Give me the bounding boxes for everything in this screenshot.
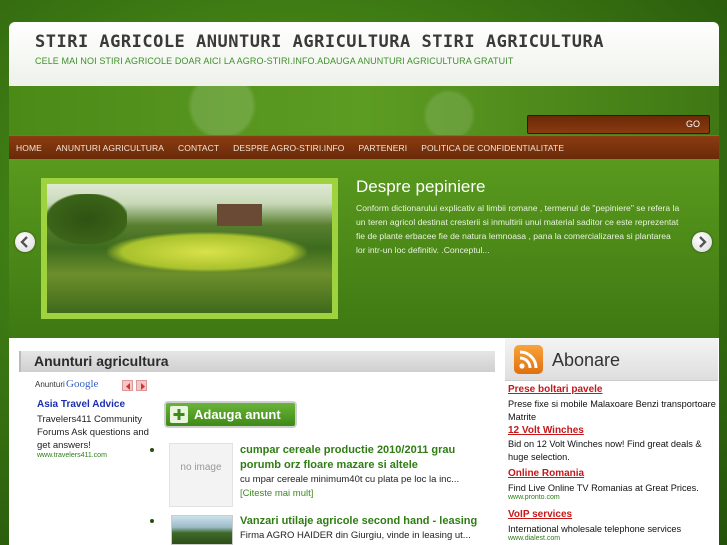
featured-image-frame[interactable] (41, 178, 338, 319)
nav-item-parteneri[interactable]: PARTENERI (351, 136, 414, 160)
site-header: STIRI AGRICOLE ANUNTURI AGRICULTURA STIR… (9, 22, 719, 86)
sidebar-ad-url[interactable]: www.dialest.com (508, 535, 560, 542)
subscribe-title: Abonare (552, 350, 621, 370)
featured-title[interactable]: Despre pepiniere (356, 177, 485, 197)
sidebar-ad-title[interactable]: Online Romania (508, 468, 584, 479)
sidebar-ad-desc: Prese fixe si mobile Malaxoare Benzi tra… (508, 399, 716, 422)
section-title: Anunturi agricultura (19, 351, 495, 372)
read-more-link[interactable]: [Citeste mai mult] (240, 488, 313, 499)
ads-prev-icon[interactable] (122, 380, 133, 391)
search-go-button[interactable]: GO (680, 117, 706, 132)
sidebar-ad-title[interactable]: 12 Volt Winches (508, 425, 584, 436)
post-thumbnail[interactable]: no image (169, 443, 233, 507)
featured-text: Conform dictionarului explicativ al limb… (356, 203, 680, 255)
ad-url[interactable]: www.travelers411.com (37, 452, 107, 459)
site-title[interactable]: STIRI AGRICOLE ANUNTURI AGRICULTURA STIR… (35, 32, 604, 52)
nav-item-politica[interactable]: POLITICA DE CONFIDENTIALITATE (414, 136, 571, 160)
nav-item-home[interactable]: HOME (9, 136, 49, 160)
post-title[interactable]: cumpar cereale productie 2010/2011 grau … (240, 443, 495, 473)
sidebar-ad-desc: Find Live Online TV Romanias at Great Pr… (508, 483, 699, 493)
ad-title[interactable]: Asia Travel Advice (37, 399, 125, 410)
site-tagline: CELE MAI NOI STIRI AGRICOLE DOAR AICI LA… (35, 56, 514, 66)
slider-prev-arrow-icon[interactable] (15, 232, 35, 252)
plus-icon (170, 406, 188, 423)
sidebar-ad-desc: Bid on 12 Volt Winches now! Find great d… (508, 439, 702, 462)
add-listing-label: Adauga anunt (194, 407, 281, 422)
featured-image[interactable] (47, 184, 332, 313)
post-thumbnail[interactable] (171, 515, 233, 545)
ads-next-icon[interactable] (136, 380, 147, 391)
sidebar-ad-title[interactable]: Prese boltari pavele (508, 384, 603, 395)
post-excerpt: Firma AGRO HAIDER din Giurgiu, vinde in … (240, 530, 471, 541)
main-nav: HOME ANUNTURI AGRICULTURA CONTACT DESPRE… (9, 135, 719, 159)
rss-icon[interactable] (514, 345, 543, 374)
ads-label: Anunturi (35, 380, 65, 389)
nav-item-despre[interactable]: DESPRE AGRO-STIRI.INFO (226, 136, 351, 160)
search-input[interactable] (530, 117, 672, 132)
google-logo: Google (66, 378, 98, 390)
no-image-label: no image (180, 462, 222, 473)
sidebar-ad-desc: International wholesale telephone servic… (508, 524, 682, 534)
sidebar-ad-url[interactable]: www.pronto.com (508, 494, 560, 501)
add-listing-button[interactable]: Adauga anunt (164, 401, 297, 428)
nav-item-anunturi[interactable]: ANUNTURI AGRICULTURA (49, 136, 171, 160)
sidebar-ad-title[interactable]: VoIP services (508, 509, 572, 520)
google-logo-text: Google (66, 378, 99, 390)
nav-item-contact[interactable]: CONTACT (171, 136, 226, 160)
bullet-icon (150, 519, 154, 523)
post-title[interactable]: Vanzari utilaje agricole second hand - l… (240, 514, 495, 529)
bullet-icon (150, 448, 154, 452)
post-excerpt: cu mpar cereale minimum40t cu plata pe l… (240, 474, 460, 485)
slider-next-arrow-icon[interactable] (692, 232, 712, 252)
ad-description: Travelers411 Community Forums Ask questi… (37, 414, 149, 451)
